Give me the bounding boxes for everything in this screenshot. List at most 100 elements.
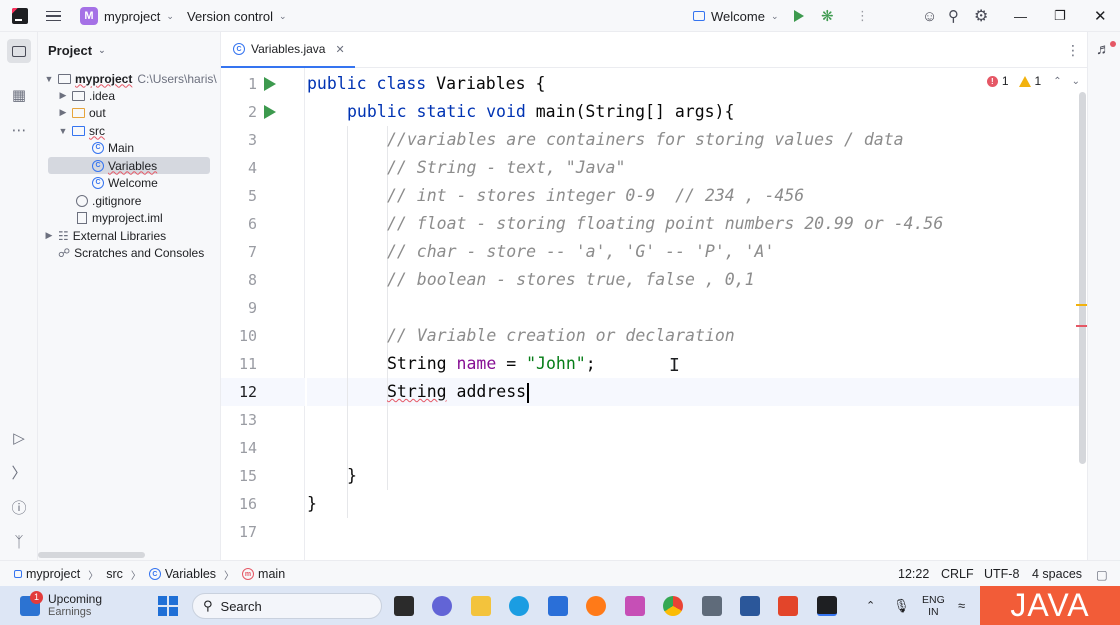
run-config-selector[interactable]: Welcome ⌄	[693, 0, 779, 32]
run-config-icon	[693, 11, 705, 21]
tree-item-variables[interactable]: C Variables	[48, 157, 210, 174]
indent-setting[interactable]: 4 spaces	[1032, 561, 1082, 587]
services-tool-button[interactable]: ▷	[7, 426, 31, 450]
inspections-widget[interactable]: ! 1 1 ⌃ ⌄	[986, 74, 1080, 88]
tree-item-idea[interactable]: ▶ .idea	[38, 87, 220, 104]
taskbar-search[interactable]: ⚲ Search	[192, 593, 382, 619]
line-number: 11	[238, 355, 257, 373]
tree-item-external-libraries[interactable]: ▶ ☷ External Libraries	[38, 227, 220, 244]
minimize-button[interactable]: —	[1014, 0, 1027, 32]
line-number: 2	[247, 103, 257, 121]
close-button[interactable]: ✕	[1094, 0, 1107, 32]
tree-item-label: .gitignore	[92, 193, 142, 208]
tab-options-button[interactable]: ⋮	[1066, 42, 1080, 59]
close-icon[interactable]: ✕	[335, 43, 344, 56]
taskbar-app-firefox[interactable]	[586, 586, 606, 625]
microphone-button[interactable]: 🎙	[893, 586, 910, 625]
chevron-up-icon[interactable]: ⌃	[1053, 76, 1061, 87]
tree-item-iml[interactable]: myproject.iml	[38, 209, 220, 226]
code-line-10: // Variable creation or declaration	[387, 326, 735, 345]
project-panel-header[interactable]: Project ⌄	[38, 32, 220, 68]
caret-position[interactable]: 12:22	[898, 561, 929, 587]
chevron-down-icon[interactable]: ⌄	[1072, 76, 1080, 87]
main-menu-icon[interactable]	[46, 0, 61, 32]
maximize-button[interactable]: ❐	[1054, 0, 1066, 32]
calculator-icon	[702, 595, 722, 616]
lock-icon[interactable]: ▢	[1096, 561, 1108, 587]
taskbar-app-taskview[interactable]	[394, 586, 414, 625]
taskbar-app-store[interactable]	[548, 586, 568, 625]
tab-variables-java[interactable]: C Variables.java ✕	[221, 32, 355, 68]
project-tool-button[interactable]	[7, 39, 31, 63]
file-encoding[interactable]: UTF-8	[984, 561, 1019, 587]
code-line-7: // char - store -- 'a', 'G' -- 'P', 'A'	[387, 242, 775, 261]
vcs-menu[interactable]: Version control ⌄	[187, 0, 287, 32]
project-selector[interactable]: M myproject ⌄	[80, 0, 174, 32]
taskbar-app-explorer[interactable]	[471, 586, 491, 625]
search-icon: ⚲	[948, 8, 959, 25]
line-gutter: 1 2 3 4 5 6 7 8 9 10 11 12 13 14 15 16 1…	[221, 68, 305, 560]
breadcrumb-method[interactable]: main	[258, 567, 285, 581]
horizontal-scrollbar[interactable]	[38, 552, 145, 558]
code-line-5: // int - stores integer 0-9 // 234 , -45…	[387, 186, 805, 205]
run-main-gutter-icon[interactable]	[264, 105, 276, 119]
task-view-icon	[394, 595, 414, 616]
run-button[interactable]	[794, 0, 804, 32]
git-tool-button[interactable]: ᛉ	[7, 530, 31, 554]
tree-item-src[interactable]: ▼ src	[38, 122, 220, 139]
show-hidden-icons-button[interactable]: ⌃	[866, 586, 875, 625]
restore-icon: ❐	[1054, 8, 1066, 23]
tree-item-gitignore[interactable]: .gitignore	[38, 192, 220, 209]
search-button[interactable]: ⚲	[948, 0, 959, 32]
line-number: 1	[247, 75, 257, 93]
vertical-scrollbar[interactable]	[1079, 92, 1086, 464]
text-caret	[527, 382, 530, 403]
tree-item-main[interactable]: C Main	[38, 139, 220, 156]
project-panel-title: Project	[48, 42, 93, 58]
chrome-icon	[663, 595, 683, 616]
title-bar: M myproject ⌄ Version control ⌄ Welcome …	[0, 0, 1120, 32]
line-number: 17	[238, 523, 257, 541]
line-number: 15	[238, 467, 257, 485]
error-icon: !	[986, 75, 998, 87]
problems-tool-button[interactable]: ⓘ	[7, 495, 31, 519]
method-icon: m	[242, 568, 255, 580]
intellij-icon	[817, 595, 837, 616]
taskbar-app-chrome[interactable]	[663, 586, 683, 625]
taskbar-app-calculator[interactable]	[702, 586, 722, 625]
class-icon: C	[233, 43, 245, 55]
taskbar-app-red[interactable]	[778, 586, 798, 625]
widgets-button[interactable]: 1 Upcoming Earnings	[20, 586, 102, 625]
code-line-11: String name = "John";	[387, 354, 596, 373]
tree-item-out[interactable]: ▶ out	[38, 104, 220, 121]
taskbar-app-edge[interactable]	[509, 586, 529, 625]
breadcrumb-src[interactable]: src	[106, 567, 123, 581]
breadcrumb-class[interactable]: Variables	[165, 567, 216, 581]
structure-tool-button[interactable]: ▦	[7, 83, 31, 107]
tree-item-welcome[interactable]: C Welcome	[38, 174, 220, 191]
run-class-gutter-icon[interactable]	[264, 77, 276, 91]
language-indicator[interactable]: ENG IN	[922, 586, 945, 625]
settings-button[interactable]: ⚙	[974, 0, 988, 32]
wifi-button[interactable]: ≈	[958, 586, 965, 625]
line-number: 8	[247, 271, 257, 289]
taskbar-app-intellij[interactable]	[817, 586, 837, 625]
close-icon: ✕	[1094, 8, 1107, 25]
add-user-button[interactable]: ☺	[922, 0, 937, 32]
notifications-button[interactable]: ♬	[1096, 41, 1111, 58]
line-separator[interactable]: CRLF	[941, 561, 974, 587]
tree-item-myproject[interactable]: ▼ myproject C:\Users\haris\	[38, 70, 220, 87]
more-tools-button[interactable]: ⋯	[7, 118, 31, 142]
debug-button[interactable]: ❋	[821, 0, 834, 32]
taskbar-app-snipping[interactable]	[625, 586, 645, 625]
breadcrumb-project[interactable]: myproject	[26, 567, 80, 581]
taskbar-app-word[interactable]	[740, 586, 760, 625]
taskbar-app-meet[interactable]	[432, 586, 452, 625]
code-area[interactable]: public class Variables { public static v…	[307, 68, 1079, 560]
more-actions-button[interactable]: ⋮	[856, 0, 869, 32]
indent-guide	[347, 126, 348, 518]
search-label: Search	[220, 598, 262, 614]
tree-item-scratches[interactable]: ☍ Scratches and Consoles	[38, 244, 220, 261]
start-button[interactable]	[158, 586, 178, 625]
terminal-tool-button[interactable]: 〉	[7, 460, 31, 484]
